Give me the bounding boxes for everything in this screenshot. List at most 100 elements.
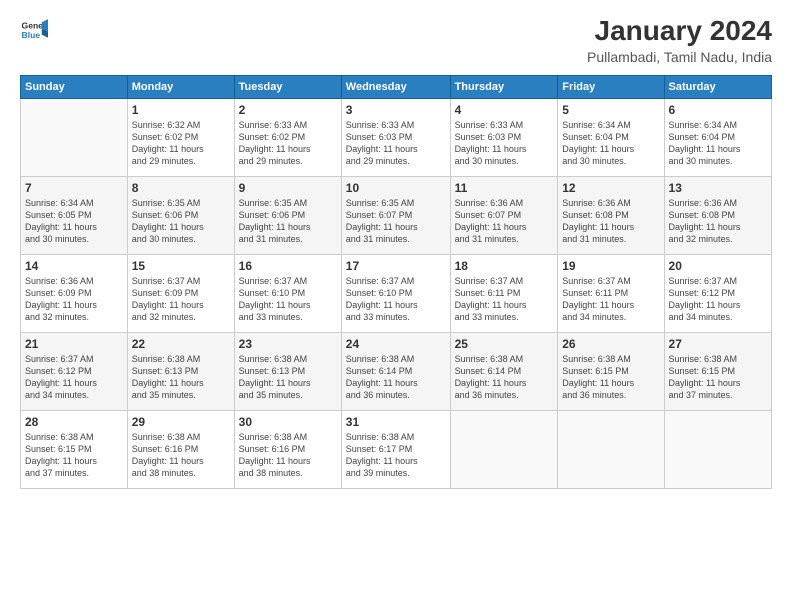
day-info: Sunrise: 6:37 AM Sunset: 6:12 PM Dayligh… xyxy=(669,275,767,324)
day-number: 19 xyxy=(562,259,659,273)
day-number: 16 xyxy=(239,259,337,273)
day-number: 12 xyxy=(562,181,659,195)
col-saturday: Saturday xyxy=(664,75,771,98)
day-number: 17 xyxy=(346,259,446,273)
day-info: Sunrise: 6:37 AM Sunset: 6:09 PM Dayligh… xyxy=(132,275,230,324)
calendar-cell: 25 Sunrise: 6:38 AM Sunset: 6:14 PM Dayli… xyxy=(450,332,558,410)
calendar-cell: 14 Sunrise: 6:36 AM Sunset: 6:09 PM Dayli… xyxy=(21,254,128,332)
sub-title: Pullambadi, Tamil Nadu, India xyxy=(587,49,772,65)
calendar-cell: 19 Sunrise: 6:37 AM Sunset: 6:11 PM Dayli… xyxy=(558,254,664,332)
calendar-cell: 18 Sunrise: 6:37 AM Sunset: 6:11 PM Dayli… xyxy=(450,254,558,332)
day-info: Sunrise: 6:33 AM Sunset: 6:02 PM Dayligh… xyxy=(239,119,337,168)
day-number: 24 xyxy=(346,337,446,351)
day-number: 31 xyxy=(346,415,446,429)
day-info: Sunrise: 6:34 AM Sunset: 6:04 PM Dayligh… xyxy=(562,119,659,168)
day-info: Sunrise: 6:37 AM Sunset: 6:11 PM Dayligh… xyxy=(455,275,554,324)
day-info: Sunrise: 6:33 AM Sunset: 6:03 PM Dayligh… xyxy=(346,119,446,168)
day-number: 25 xyxy=(455,337,554,351)
calendar-cell xyxy=(450,410,558,488)
col-sunday: Sunday xyxy=(21,75,128,98)
day-info: Sunrise: 6:35 AM Sunset: 6:07 PM Dayligh… xyxy=(346,197,446,246)
day-info: Sunrise: 6:38 AM Sunset: 6:15 PM Dayligh… xyxy=(562,353,659,402)
day-number: 11 xyxy=(455,181,554,195)
day-number: 20 xyxy=(669,259,767,273)
calendar-cell xyxy=(664,410,771,488)
day-number: 28 xyxy=(25,415,123,429)
day-info: Sunrise: 6:37 AM Sunset: 6:11 PM Dayligh… xyxy=(562,275,659,324)
day-number: 8 xyxy=(132,181,230,195)
day-number: 14 xyxy=(25,259,123,273)
day-info: Sunrise: 6:35 AM Sunset: 6:06 PM Dayligh… xyxy=(132,197,230,246)
day-number: 15 xyxy=(132,259,230,273)
col-thursday: Thursday xyxy=(450,75,558,98)
day-number: 23 xyxy=(239,337,337,351)
calendar-cell: 6Sunrise: 6:34 AM Sunset: 6:04 PM Daylig… xyxy=(664,98,771,176)
calendar-row: 7 Sunrise: 6:34 AM Sunset: 6:05 PM Daylig… xyxy=(21,176,772,254)
calendar-cell: 10 Sunrise: 6:35 AM Sunset: 6:07 PM Dayli… xyxy=(341,176,450,254)
day-number: 26 xyxy=(562,337,659,351)
day-number: 18 xyxy=(455,259,554,273)
day-info: Sunrise: 6:34 AM Sunset: 6:05 PM Dayligh… xyxy=(25,197,123,246)
calendar-cell: 28Sunrise: 6:38 AM Sunset: 6:15 PM Dayli… xyxy=(21,410,128,488)
calendar-cell: 23 Sunrise: 6:38 AM Sunset: 6:13 PM Dayli… xyxy=(234,332,341,410)
calendar-cell: 22 Sunrise: 6:38 AM Sunset: 6:13 PM Dayli… xyxy=(127,332,234,410)
day-number: 3 xyxy=(346,103,446,117)
calendar-cell: 9Sunrise: 6:35 AM Sunset: 6:06 PM Daylig… xyxy=(234,176,341,254)
day-info: Sunrise: 6:36 AM Sunset: 6:09 PM Dayligh… xyxy=(25,275,123,324)
svg-text:Blue: Blue xyxy=(22,30,41,40)
day-info: Sunrise: 6:38 AM Sunset: 6:13 PM Dayligh… xyxy=(132,353,230,402)
calendar-cell: 5 Sunrise: 6:34 AM Sunset: 6:04 PM Daylig… xyxy=(558,98,664,176)
title-block: January 2024 Pullambadi, Tamil Nadu, Ind… xyxy=(587,16,772,65)
day-number: 1 xyxy=(132,103,230,117)
calendar-cell: 2 Sunrise: 6:33 AM Sunset: 6:02 PM Daylig… xyxy=(234,98,341,176)
day-number: 2 xyxy=(239,103,337,117)
calendar-row: 21Sunrise: 6:37 AM Sunset: 6:12 PM Dayli… xyxy=(21,332,772,410)
calendar-cell: 13 Sunrise: 6:36 AM Sunset: 6:08 PM Dayli… xyxy=(664,176,771,254)
calendar-cell xyxy=(21,98,128,176)
calendar-cell: 21Sunrise: 6:37 AM Sunset: 6:12 PM Dayli… xyxy=(21,332,128,410)
calendar-row: 1 Sunrise: 6:32 AM Sunset: 6:02 PM Daylig… xyxy=(21,98,772,176)
day-number: 10 xyxy=(346,181,446,195)
calendar-cell: 27Sunrise: 6:38 AM Sunset: 6:15 PM Dayli… xyxy=(664,332,771,410)
calendar-cell: 29 Sunrise: 6:38 AM Sunset: 6:16 PM Dayli… xyxy=(127,410,234,488)
main-title: January 2024 xyxy=(587,16,772,47)
calendar-cell: 12 Sunrise: 6:36 AM Sunset: 6:08 PM Dayli… xyxy=(558,176,664,254)
day-info: Sunrise: 6:37 AM Sunset: 6:12 PM Dayligh… xyxy=(25,353,123,402)
calendar-cell: 17Sunrise: 6:37 AM Sunset: 6:10 PM Dayli… xyxy=(341,254,450,332)
calendar-cell: 31Sunrise: 6:38 AM Sunset: 6:17 PM Dayli… xyxy=(341,410,450,488)
day-info: Sunrise: 6:36 AM Sunset: 6:08 PM Dayligh… xyxy=(562,197,659,246)
calendar-cell: 15 Sunrise: 6:37 AM Sunset: 6:09 PM Dayli… xyxy=(127,254,234,332)
day-info: Sunrise: 6:38 AM Sunset: 6:13 PM Dayligh… xyxy=(239,353,337,402)
calendar-cell: 4 Sunrise: 6:33 AM Sunset: 6:03 PM Daylig… xyxy=(450,98,558,176)
day-number: 30 xyxy=(239,415,337,429)
day-number: 7 xyxy=(25,181,123,195)
calendar-cell: 1 Sunrise: 6:32 AM Sunset: 6:02 PM Daylig… xyxy=(127,98,234,176)
calendar-cell: 3 Sunrise: 6:33 AM Sunset: 6:03 PM Daylig… xyxy=(341,98,450,176)
day-number: 5 xyxy=(562,103,659,117)
day-info: Sunrise: 6:33 AM Sunset: 6:03 PM Dayligh… xyxy=(455,119,554,168)
calendar-cell xyxy=(558,410,664,488)
day-number: 4 xyxy=(455,103,554,117)
col-friday: Friday xyxy=(558,75,664,98)
day-info: Sunrise: 6:35 AM Sunset: 6:06 PM Dayligh… xyxy=(239,197,337,246)
header: General Blue January 2024 Pullambadi, Ta… xyxy=(20,16,772,65)
day-number: 13 xyxy=(669,181,767,195)
calendar-row: 14 Sunrise: 6:36 AM Sunset: 6:09 PM Dayli… xyxy=(21,254,772,332)
calendar-cell: 26 Sunrise: 6:38 AM Sunset: 6:15 PM Dayli… xyxy=(558,332,664,410)
day-info: Sunrise: 6:38 AM Sunset: 6:14 PM Dayligh… xyxy=(455,353,554,402)
day-info: Sunrise: 6:38 AM Sunset: 6:14 PM Dayligh… xyxy=(346,353,446,402)
page: General Blue January 2024 Pullambadi, Ta… xyxy=(0,0,792,612)
day-info: Sunrise: 6:36 AM Sunset: 6:08 PM Dayligh… xyxy=(669,197,767,246)
calendar-cell: 24 Sunrise: 6:38 AM Sunset: 6:14 PM Dayli… xyxy=(341,332,450,410)
day-info: Sunrise: 6:34 AM Sunset: 6:04 PM Dayligh… xyxy=(669,119,767,168)
header-row: Sunday Monday Tuesday Wednesday Thursday… xyxy=(21,75,772,98)
day-number: 29 xyxy=(132,415,230,429)
day-number: 22 xyxy=(132,337,230,351)
col-wednesday: Wednesday xyxy=(341,75,450,98)
day-info: Sunrise: 6:38 AM Sunset: 6:16 PM Dayligh… xyxy=(132,431,230,480)
day-info: Sunrise: 6:37 AM Sunset: 6:10 PM Dayligh… xyxy=(239,275,337,324)
day-info: Sunrise: 6:32 AM Sunset: 6:02 PM Dayligh… xyxy=(132,119,230,168)
logo-icon: General Blue xyxy=(20,16,48,44)
logo: General Blue xyxy=(20,16,48,44)
day-info: Sunrise: 6:38 AM Sunset: 6:15 PM Dayligh… xyxy=(669,353,767,402)
